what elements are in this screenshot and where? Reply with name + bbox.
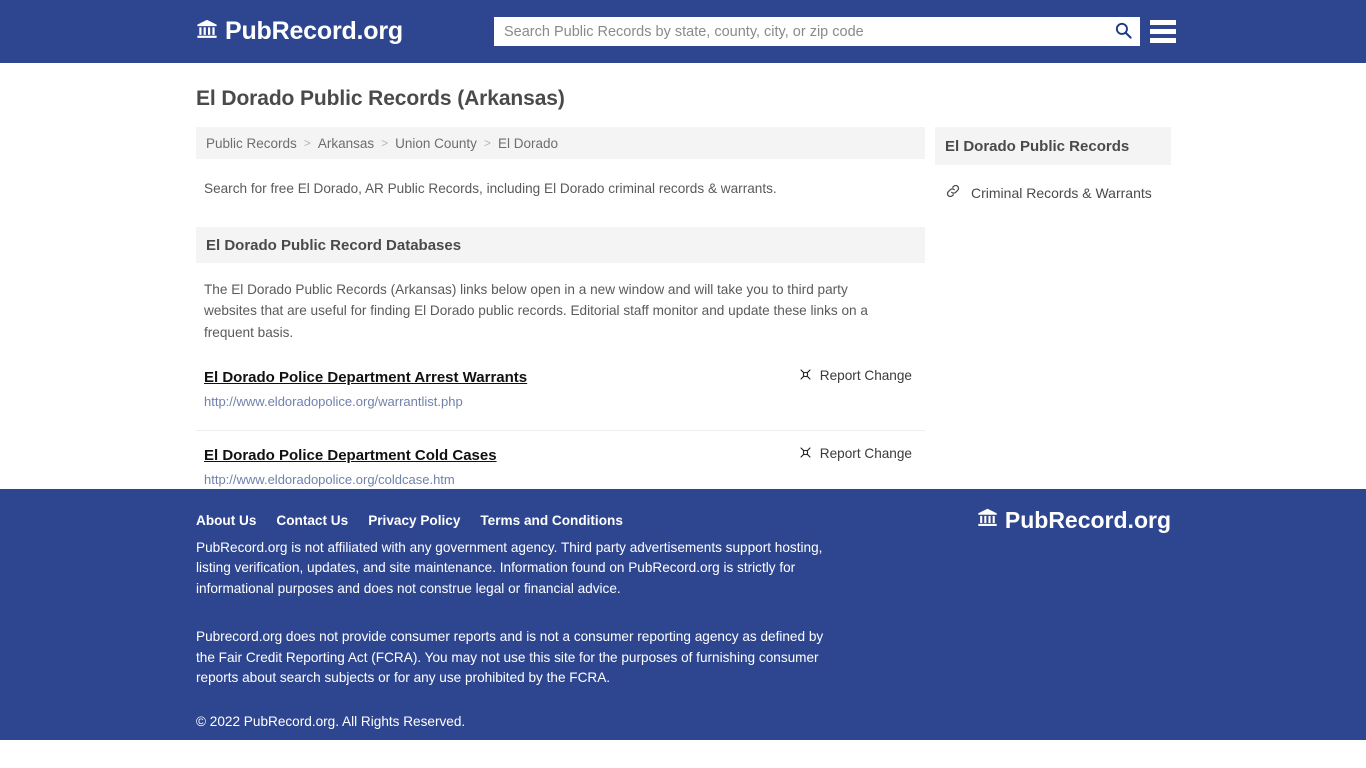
breadcrumb-separator: > [381, 136, 389, 150]
sidebar-item-label: Criminal Records & Warrants [971, 184, 1152, 201]
footer-link-privacy-policy[interactable]: Privacy Policy [368, 513, 460, 528]
report-change-button[interactable]: Report Change [798, 445, 925, 463]
breadcrumb-item-arkansas[interactable]: Arkansas [318, 136, 374, 151]
breadcrumb: Public Records > Arkansas > Union County… [196, 127, 925, 159]
database-title-link[interactable]: El Dorado Police Department Cold Cases [204, 447, 497, 464]
database-row: El Dorado Police Department Arrest Warra… [196, 367, 925, 386]
header-logo[interactable]: PubRecord.org [196, 18, 403, 45]
database-list: El Dorado Police Department Arrest Warra… [196, 367, 925, 497]
breadcrumb-item-public-records[interactable]: Public Records [206, 136, 297, 151]
sidebar-links: Criminal Records & Warrants [935, 183, 1171, 202]
page-body: El Dorado Public Records (Arkansas) Publ… [0, 63, 1366, 489]
report-change-button[interactable]: Report Change [798, 367, 925, 385]
hamburger-menu-button[interactable] [1150, 17, 1176, 46]
sidebar: El Dorado Public Records Criminal Record… [935, 127, 1171, 497]
broken-link-icon [798, 367, 813, 385]
sidebar-item-criminal-records-warrants[interactable]: Criminal Records & Warrants [945, 183, 1171, 202]
hamburger-menu-icon-bar-2 [1150, 29, 1176, 34]
link-chain-icon [945, 183, 961, 202]
footer-inner: About Us Contact Us Privacy Policy Terms… [196, 489, 1171, 740]
breadcrumb-separator: > [303, 136, 311, 150]
breadcrumb-separator: > [483, 136, 491, 150]
header-logo-text: PubRecord.org [225, 17, 403, 45]
search-input[interactable] [494, 18, 1106, 45]
site-header: PubRecord.org [0, 0, 1366, 63]
footer-link-terms-and-conditions[interactable]: Terms and Conditions [480, 513, 623, 528]
list-item: El Dorado Police Department Cold Cases R… [196, 429, 925, 497]
sidebar-title: El Dorado Public Records [935, 127, 1171, 165]
report-change-label: Report Change [819, 446, 912, 462]
intro-text: Search for free El Dorado, AR Public Rec… [204, 181, 777, 196]
database-title-link[interactable]: El Dorado Police Department Arrest Warra… [204, 369, 527, 386]
broken-link-icon [798, 445, 813, 463]
list-item: El Dorado Police Department Arrest Warra… [196, 367, 925, 419]
section-header-databases: El Dorado Public Record Databases [196, 227, 925, 264]
footer-logo-text: PubRecord.org [1004, 506, 1171, 533]
breadcrumb-item-union-county[interactable]: Union County [395, 136, 477, 151]
database-url[interactable]: http://www.eldoradopolice.org/warrantlis… [196, 394, 925, 409]
site-footer: About Us Contact Us Privacy Policy Terms… [0, 489, 1366, 740]
section-description: The El Dorado Public Records (Arkansas) … [204, 282, 868, 340]
footer-disclaimer-1: PubRecord.org is not affiliated with any… [196, 540, 823, 596]
search-bar [494, 17, 1140, 46]
bank-building-icon [196, 18, 218, 45]
search-button[interactable] [1106, 17, 1140, 46]
database-url[interactable]: http://www.eldoradopolice.org/coldcase.h… [196, 472, 925, 487]
main-column: Public Records > Arkansas > Union County… [196, 127, 925, 497]
bank-building-icon [977, 507, 998, 533]
search-icon [1114, 21, 1133, 43]
footer-link-contact-us[interactable]: Contact Us [276, 513, 348, 528]
footer-logo[interactable]: PubRecord.org [977, 507, 1171, 533]
content-columns: Public Records > Arkansas > Union County… [196, 127, 1171, 497]
footer-copyright: © 2022 PubRecord.org. All Rights Reserve… [196, 714, 466, 730]
database-row: El Dorado Police Department Cold Cases R… [196, 445, 925, 464]
content-container: El Dorado Public Records (Arkansas) Publ… [196, 63, 1171, 497]
footer-link-about-us[interactable]: About Us [196, 513, 256, 528]
hamburger-menu-icon [1150, 20, 1176, 25]
report-change-label: Report Change [819, 368, 912, 384]
breadcrumb-item-el-dorado: El Dorado [497, 135, 558, 151]
page-title: El Dorado Public Records (Arkansas) [196, 87, 565, 110]
footer-disclaimer-2: Pubrecord.org does not provide consumer … [196, 629, 824, 685]
hamburger-menu-icon-bar-3 [1150, 38, 1176, 43]
